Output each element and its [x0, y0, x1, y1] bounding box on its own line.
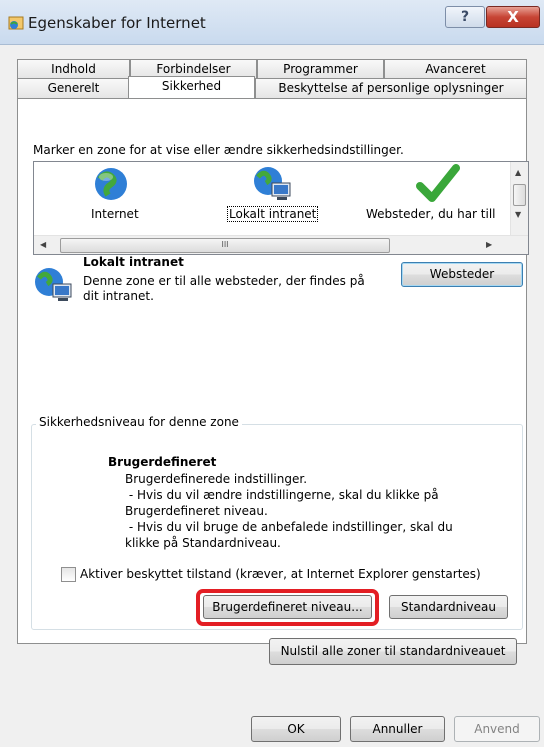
- zone-label-selected: Lokalt intranet: [226, 206, 319, 222]
- scroll-left-icon[interactable]: ◀: [40, 240, 46, 249]
- custom-level-highlight: [196, 589, 379, 626]
- ok-button[interactable]: OK: [251, 716, 341, 742]
- zone-label: Internet: [91, 207, 139, 221]
- selected-zone-icon: [35, 268, 72, 301]
- selected-zone-title: Lokalt intranet: [83, 255, 184, 269]
- zone-label: Websteder, du har till: [366, 207, 496, 221]
- scroll-up-icon[interactable]: ▲: [515, 168, 521, 177]
- checkmark-icon: [416, 164, 460, 202]
- security-level-description: Brugerdefinerede indstillinger. - Hvis d…: [125, 471, 475, 551]
- internet-options-icon: [8, 16, 24, 30]
- protected-mode-row[interactable]: Aktiver beskyttet tilstand (kræver, at I…: [61, 567, 481, 582]
- tab-sikkerhed[interactable]: Sikkerhed: [128, 76, 255, 98]
- description-line: - Hvis du vil ændre indstillingerne, ska…: [125, 488, 439, 502]
- protected-mode-checkbox[interactable]: [61, 567, 76, 582]
- apply-button[interactable]: Anvend: [454, 716, 540, 742]
- description-line: Brugerdefinerede indstillinger.: [125, 472, 308, 486]
- scroll-thumb[interactable]: [513, 184, 526, 206]
- globe-icon: [95, 168, 127, 200]
- help-button[interactable]: ?: [445, 6, 485, 28]
- scroll-down-icon[interactable]: ▼: [515, 210, 521, 219]
- protected-mode-label: Aktiver beskyttet tilstand (kræver, at I…: [80, 567, 481, 581]
- description-line: Brugerdefineret niveau.: [125, 504, 268, 518]
- zone-horizontal-scrollbar[interactable]: ◀ III ▶: [34, 235, 528, 254]
- tab-programmer[interactable]: Programmer: [257, 59, 384, 78]
- zone-list[interactable]: Internet Lokalt intranet Websteder, du h…: [33, 161, 529, 255]
- scroll-thumb-horizontal[interactable]: III: [60, 238, 390, 253]
- security-level-title: Brugerdefineret: [108, 455, 217, 469]
- globe-computer-icon: [254, 167, 291, 200]
- security-level-group-label: Sikkerhedsniveau for denne zone: [36, 415, 242, 429]
- title-bar: Egenskaber for Internet ? X: [0, 0, 544, 45]
- tab-avanceret[interactable]: Avanceret: [384, 59, 527, 78]
- description-line: - Hvis du vil bruge de anbefalede indsti…: [125, 520, 453, 534]
- default-level-button[interactable]: Standardniveau: [389, 595, 508, 619]
- zone-instruction: Marker en zone for at vise eller ændre s…: [33, 143, 404, 157]
- reset-all-zones-button[interactable]: Nulstil alle zoner til standardniveauet: [269, 638, 517, 665]
- close-button[interactable]: X: [486, 6, 540, 28]
- window-title: Egenskaber for Internet: [28, 14, 206, 32]
- description-line: klikke på Standardniveau.: [125, 536, 281, 550]
- cancel-button[interactable]: Annuller: [350, 716, 445, 742]
- tab-generelt[interactable]: Generelt: [17, 78, 130, 98]
- tab-indhold[interactable]: Indhold: [17, 59, 130, 78]
- selected-zone-description: Denne zone er til alle websteder, der fi…: [83, 274, 365, 303]
- scroll-right-icon[interactable]: ▶: [486, 240, 492, 249]
- tab-beskyttelse[interactable]: Beskyttelse af personlige oplysninger: [255, 78, 527, 98]
- sites-button[interactable]: Websteder: [401, 262, 523, 287]
- zone-vertical-scrollbar[interactable]: ▲ ▼: [510, 162, 528, 236]
